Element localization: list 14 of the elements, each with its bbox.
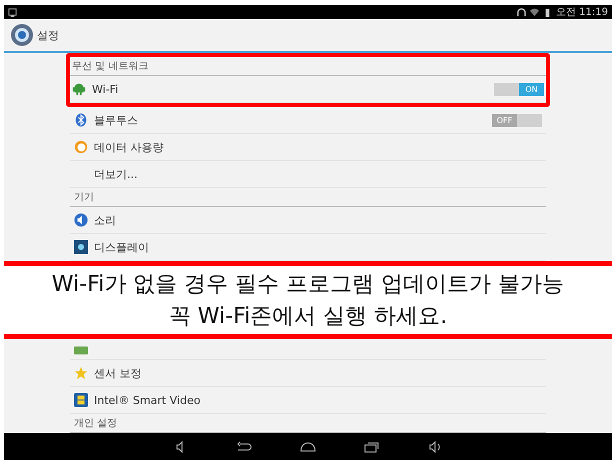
setting-label[interactable]: 블루투스	[94, 112, 138, 128]
setting-label[interactable]: 더보기...	[94, 166, 138, 182]
screen-title: 설정	[37, 28, 59, 42]
setting-label[interactable]: 센서 보정	[94, 366, 142, 380]
setting-label[interactable]: 데이터 사용량	[94, 140, 164, 154]
status-time: 오전 11:19	[556, 6, 608, 19]
notice-text: 꼭 Wi-Fi존에서 실행 하세요.	[168, 303, 448, 331]
setting-label[interactable]: 디스플레이	[94, 240, 149, 254]
section-header: 무선 및 네트워크	[70, 57, 546, 76]
setting-label[interactable]: 소리	[94, 212, 116, 228]
notice-text: Wi-Fi가 없을 경우 필수 프로그램 업데이트가 불가능	[52, 271, 564, 299]
section-header: 기기	[70, 188, 546, 207]
setting-label[interactable]: Intel® Smart Video	[94, 394, 200, 406]
setting-label[interactable]: Wi-Fi	[92, 82, 118, 96]
